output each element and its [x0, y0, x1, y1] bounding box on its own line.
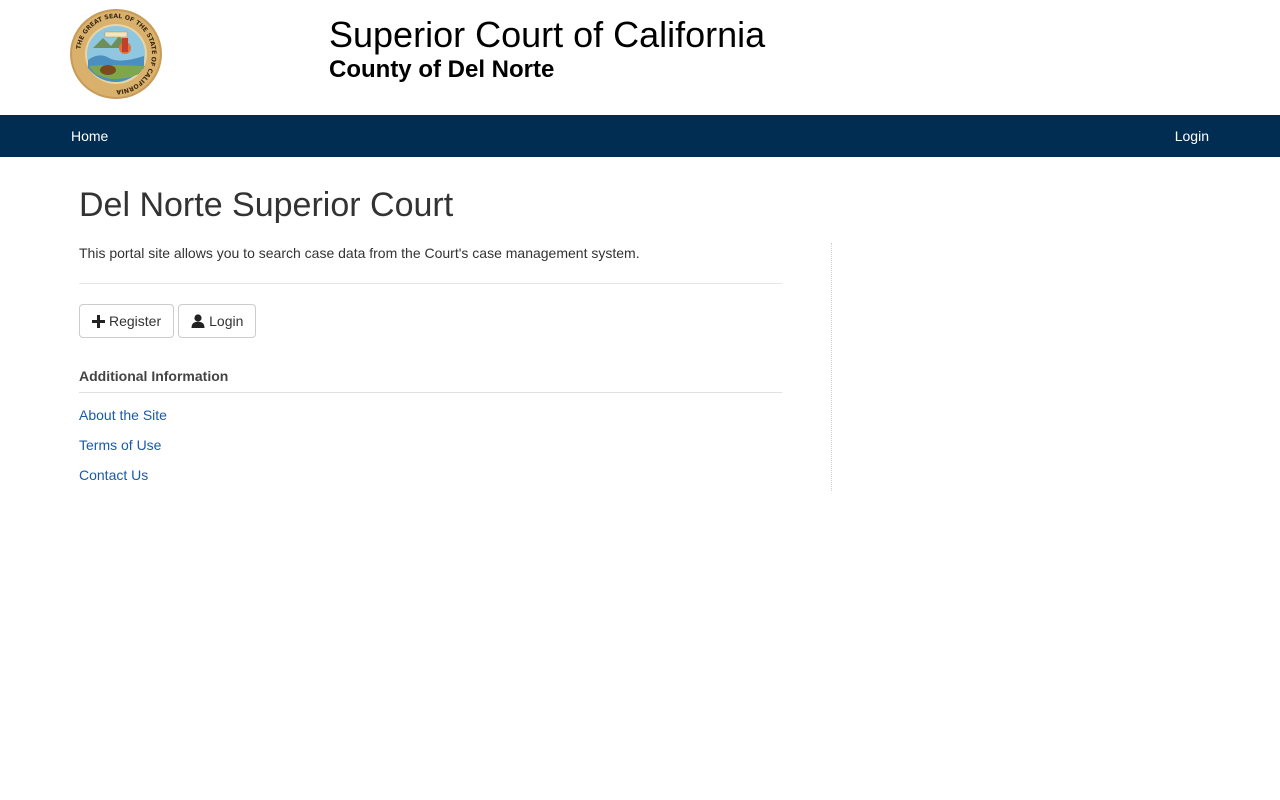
about-site-link[interactable]: About the Site: [79, 407, 167, 423]
content-column: This portal site allows you to search ca…: [79, 242, 782, 495]
page-title: Del Norte Superior Court: [79, 186, 454, 224]
divider: [79, 283, 782, 284]
login-button[interactable]: Login: [178, 304, 257, 338]
terms-of-use-link[interactable]: Terms of Use: [79, 437, 161, 453]
main-navbar: Home Login: [0, 115, 1280, 157]
contact-us-link[interactable]: Contact Us: [79, 467, 148, 483]
login-button-label: Login: [209, 313, 244, 329]
list-item: Contact Us: [79, 465, 782, 495]
user-icon: [191, 314, 205, 328]
plus-icon: [92, 314, 105, 328]
list-item: About the Site: [79, 405, 782, 435]
header-titles: Superior Court of California County of D…: [329, 14, 765, 84]
register-button[interactable]: Register: [79, 304, 175, 338]
register-button-label: Register: [109, 313, 162, 329]
additional-information-heading: Additional Information: [79, 367, 782, 393]
column-divider: [831, 243, 832, 491]
nav-login-link[interactable]: Login: [1175, 115, 1209, 157]
nav-home-link[interactable]: Home: [71, 115, 108, 157]
california-seal-icon: THE GREAT SEAL OF THE STATE OF CALIFORNI…: [69, 8, 163, 100]
site-title: Superior Court of California: [329, 14, 766, 55]
intro-text: This portal site allows you to search ca…: [79, 245, 640, 261]
site-subtitle: County of Del Norte: [329, 56, 555, 83]
additional-information-links: About the Site Terms of Use Contact Us: [79, 405, 782, 495]
list-item: Terms of Use: [79, 435, 782, 465]
main-content: Del Norte Superior Court This portal sit…: [0, 157, 1280, 800]
action-buttons: Register Login: [79, 304, 782, 338]
site-header: THE GREAT SEAL OF THE STATE OF CALIFORNI…: [0, 0, 1280, 115]
